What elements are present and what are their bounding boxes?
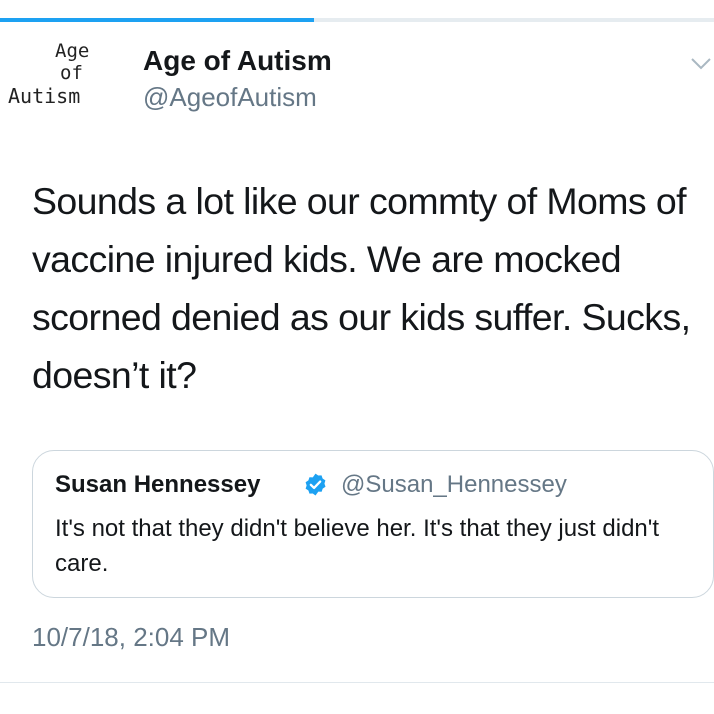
verified-badge-icon: [305, 473, 326, 496]
logo-line-1: Age: [55, 40, 90, 62]
divider: [0, 682, 714, 683]
quoted-author-handle: @Susan_Hennessey: [341, 471, 567, 498]
author-display-name[interactable]: Age of Autism: [143, 45, 332, 77]
avatar-logo[interactable]: Age of Autism: [8, 40, 128, 116]
logo-line-3: Autism: [8, 84, 81, 108]
tweet-timestamp[interactable]: 10/7/18, 2:04 PM: [32, 622, 230, 653]
quoted-tweet-text: It's not that they didn't believe her. I…: [55, 515, 660, 577]
logo-line-2: of: [60, 62, 83, 84]
quoted-tweet-card[interactable]: Susan Hennessey @Susan_Hennessey It's no…: [32, 450, 714, 598]
tweet-body-text: Sounds a lot like our commty of Moms of …: [32, 180, 691, 396]
chevron-down-icon[interactable]: [690, 56, 712, 72]
loading-progress-fill: [0, 18, 315, 22]
author-handle[interactable]: @AgeofAutism: [143, 82, 317, 113]
quoted-author-name: Susan Hennessey: [55, 471, 261, 498]
loading-progress-bar: [0, 18, 714, 22]
